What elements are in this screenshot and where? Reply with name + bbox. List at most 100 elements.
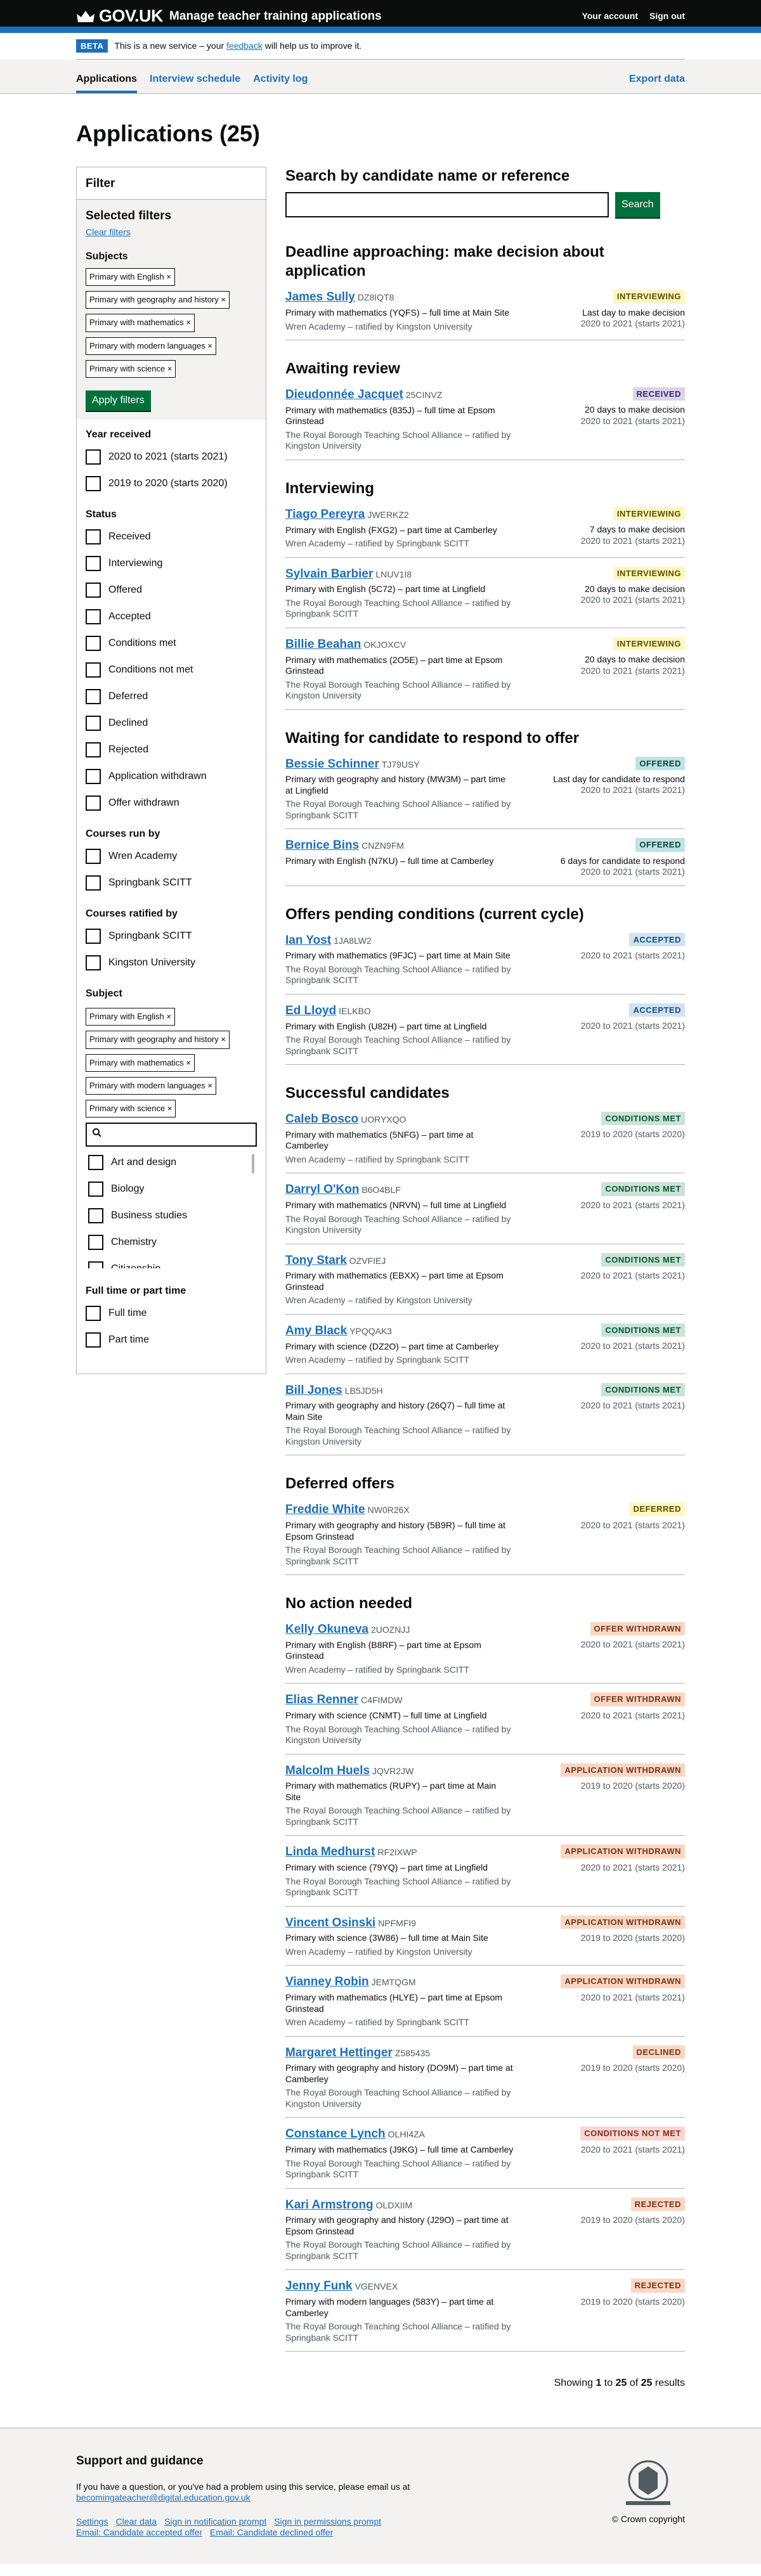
- remove-tag-icon[interactable]: ×: [184, 318, 191, 327]
- checkbox-conditions-met[interactable]: Conditions met: [86, 635, 257, 652]
- footer-link[interactable]: Email: Candidate declined offer: [210, 2527, 333, 2537]
- subject-search-input[interactable]: [86, 1123, 257, 1147]
- checkbox-input[interactable]: [86, 636, 101, 651]
- scrollbar-thumb[interactable]: [252, 1154, 254, 1174]
- candidate-name-link[interactable]: Amy Black: [285, 1324, 347, 1337]
- checkbox-2019-to-2020-starts-2020-[interactable]: 2019 to 2020 (starts 2020): [86, 475, 257, 492]
- candidate-name-link[interactable]: Margaret Hettinger: [285, 2046, 393, 2059]
- footer-link[interactable]: Email: Candidate accepted offer: [76, 2527, 202, 2537]
- footer-link[interactable]: Sign in notification prompt: [164, 2516, 266, 2527]
- clear-filters-link[interactable]: Clear filters: [86, 227, 131, 237]
- checkbox-conditions-not-met[interactable]: Conditions not met: [86, 662, 257, 678]
- checkbox-input[interactable]: [86, 1332, 101, 1348]
- remove-tag-icon[interactable]: ×: [164, 272, 171, 281]
- apply-filters-button[interactable]: Apply filters: [86, 390, 151, 411]
- checkbox-accepted[interactable]: Accepted: [86, 609, 257, 625]
- candidate-name-link[interactable]: Kelly Okuneva: [285, 1623, 368, 1636]
- checkbox-citizenship[interactable]: Citizenship: [88, 1261, 257, 1269]
- checkbox-input[interactable]: [86, 875, 101, 891]
- checkbox-input[interactable]: [86, 742, 101, 757]
- checkbox-art-and-design[interactable]: Art and design: [88, 1154, 257, 1171]
- checkbox-input[interactable]: [86, 583, 101, 598]
- candidate-name-link[interactable]: Elias Renner: [285, 1693, 358, 1706]
- remove-tag-icon[interactable]: ×: [219, 1034, 226, 1044]
- checkbox-springbank-scitt[interactable]: Springbank SCITT: [86, 875, 257, 891]
- checkbox-input[interactable]: [88, 1155, 103, 1171]
- candidate-name-link[interactable]: Freddie White: [285, 1503, 365, 1516]
- candidate-name-link[interactable]: Dieudonnée Jacquet: [285, 388, 403, 401]
- export-data-link[interactable]: Export data: [629, 73, 685, 93]
- nav-applications[interactable]: Applications: [76, 73, 138, 94]
- subject-tag[interactable]: Primary with English ×: [86, 1008, 175, 1026]
- footer-link[interactable]: Sign in permissions prompt: [274, 2516, 381, 2527]
- checkbox-declined[interactable]: Declined: [86, 715, 257, 731]
- search-button[interactable]: Search: [615, 192, 660, 218]
- selected-filter-tag[interactable]: Primary with science ×: [86, 359, 176, 378]
- subject-tag[interactable]: Primary with science ×: [86, 1100, 176, 1118]
- candidate-name-link[interactable]: Tony Stark: [285, 1254, 347, 1267]
- subject-tag[interactable]: Primary with modern languages ×: [86, 1076, 217, 1095]
- checkbox-input[interactable]: [88, 1261, 103, 1269]
- checkbox-input[interactable]: [86, 795, 101, 811]
- selected-filter-tag[interactable]: Primary with mathematics ×: [86, 314, 195, 332]
- checkbox-2020-to-2021-starts-2021-[interactable]: 2020 to 2021 (starts 2021): [86, 449, 257, 465]
- checkbox-input[interactable]: [88, 1235, 103, 1251]
- remove-tag-icon[interactable]: ×: [219, 295, 226, 304]
- candidate-name-link[interactable]: Caleb Bosco: [285, 1112, 358, 1126]
- selected-filter-tag[interactable]: Primary with modern languages ×: [86, 337, 217, 355]
- candidate-name-link[interactable]: James Sully: [285, 290, 355, 304]
- checkbox-input[interactable]: [86, 929, 101, 944]
- checkbox-input[interactable]: [86, 476, 101, 491]
- candidate-name-link[interactable]: Bernice Bins: [285, 839, 359, 852]
- checkbox-application-withdrawn[interactable]: Application withdrawn: [86, 768, 257, 785]
- sign-out-link[interactable]: Sign out: [649, 11, 685, 22]
- service-name[interactable]: Manage teacher training applications: [169, 9, 382, 24]
- checkbox-input[interactable]: [86, 716, 101, 731]
- checkbox-offered[interactable]: Offered: [86, 582, 257, 598]
- checkbox-input[interactable]: [86, 556, 101, 571]
- checkbox-wren-academy[interactable]: Wren Academy: [86, 848, 257, 865]
- selected-filter-tag[interactable]: Primary with geography and history ×: [86, 291, 230, 309]
- checkbox-input[interactable]: [86, 955, 101, 970]
- checkbox-input[interactable]: [88, 1208, 103, 1224]
- selected-filter-tag[interactable]: Primary with English ×: [86, 267, 175, 286]
- checkbox-rejected[interactable]: Rejected: [86, 742, 257, 758]
- candidate-name-link[interactable]: Vincent Osinski: [285, 1916, 375, 1929]
- candidate-name-link[interactable]: Tiago Pereyra: [285, 508, 365, 521]
- remove-tag-icon[interactable]: ×: [184, 1058, 191, 1067]
- candidate-search-input[interactable]: [285, 192, 609, 218]
- candidate-name-link[interactable]: Sylvain Barbier: [285, 567, 373, 581]
- checkbox-input[interactable]: [86, 849, 101, 864]
- checkbox-input[interactable]: [86, 529, 101, 544]
- candidate-name-link[interactable]: Constance Lynch: [285, 2127, 386, 2141]
- checkbox-input[interactable]: [86, 1306, 101, 1322]
- support-email-link[interactable]: becomingateacher@digital.education.gov.u…: [76, 2492, 250, 2502]
- candidate-name-link[interactable]: Linda Medhurst: [285, 1845, 375, 1858]
- your-account-link[interactable]: Your account: [582, 11, 638, 22]
- candidate-name-link[interactable]: Jenny Funk: [285, 2279, 353, 2293]
- candidate-name-link[interactable]: Billie Beahan: [285, 638, 361, 651]
- candidate-name-link[interactable]: Vianney Robin: [285, 1975, 369, 1988]
- checkbox-springbank-scitt[interactable]: Springbank SCITT: [86, 928, 257, 944]
- nav-interview-schedule[interactable]: Interview schedule: [150, 73, 240, 93]
- candidate-name-link[interactable]: Bill Jones: [285, 1384, 342, 1397]
- checkbox-full-time[interactable]: Full time: [86, 1305, 257, 1322]
- subject-options-scroll[interactable]: Art and design Biology Business studies Che…: [86, 1154, 257, 1269]
- checkbox-business-studies[interactable]: Business studies: [88, 1208, 257, 1224]
- govuk-logo-link[interactable]: GOV.UK: [99, 6, 164, 27]
- candidate-name-link[interactable]: Ed Lloyd: [285, 1004, 336, 1017]
- nav-activity-log[interactable]: Activity log: [253, 73, 308, 93]
- candidate-name-link[interactable]: Darryl O'Kon: [285, 1183, 359, 1196]
- footer-link[interactable]: Clear data: [116, 2516, 157, 2527]
- checkbox-chemistry[interactable]: Chemistry: [88, 1234, 257, 1251]
- checkbox-interviewing[interactable]: Interviewing: [86, 555, 257, 572]
- candidate-name-link[interactable]: Ian Yost: [285, 934, 331, 947]
- remove-tag-icon[interactable]: ×: [164, 1012, 171, 1021]
- candidate-name-link[interactable]: Bessie Schinner: [285, 757, 379, 771]
- candidate-name-link[interactable]: Kari Armstrong: [285, 2198, 374, 2212]
- feedback-link[interactable]: feedback: [226, 41, 263, 51]
- remove-tag-icon[interactable]: ×: [205, 1081, 212, 1090]
- checkbox-offer-withdrawn[interactable]: Offer withdrawn: [86, 795, 257, 811]
- checkbox-received[interactable]: Received: [86, 529, 257, 545]
- footer-link[interactable]: Settings: [76, 2516, 108, 2527]
